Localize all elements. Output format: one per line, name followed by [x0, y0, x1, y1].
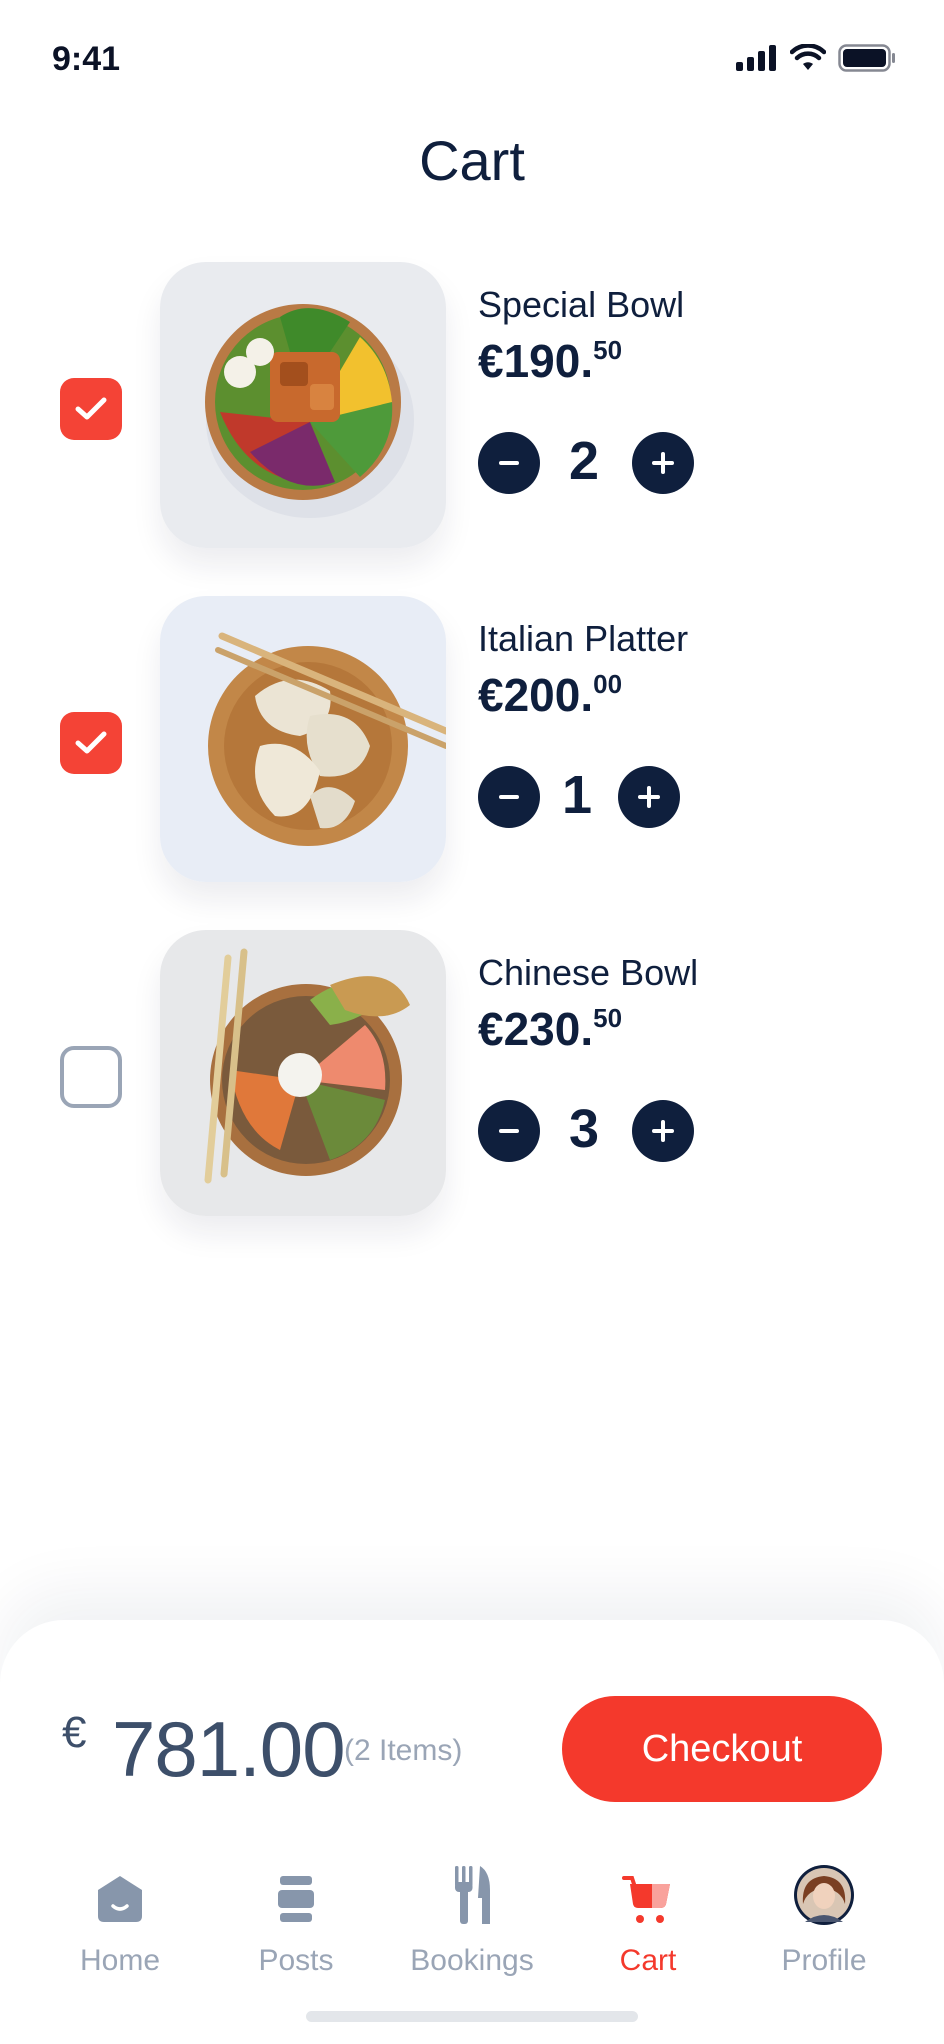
tab-cart[interactable]: Cart: [560, 1860, 736, 1990]
plus-icon: [652, 452, 674, 474]
checkmark-icon: [75, 397, 107, 420]
total-item-count: (2 Items): [344, 1734, 463, 1767]
plus-icon: [652, 1120, 674, 1142]
tab-label: Bookings: [410, 1944, 534, 1977]
item-price: €200.00: [478, 668, 622, 722]
item-checkbox-checked[interactable]: [60, 712, 122, 774]
tab-bookings[interactable]: Bookings: [384, 1860, 560, 1990]
signal-icon: [736, 45, 778, 71]
minus-icon: [499, 1129, 519, 1133]
cart-item: Chinese Bowl €230.50 3: [0, 930, 944, 1220]
increase-quantity-button[interactable]: [618, 766, 680, 828]
quantity-value: 3: [568, 1099, 600, 1159]
battery-icon: [838, 44, 896, 72]
tab-profile[interactable]: Profile: [736, 1860, 912, 1990]
price-cents: 50: [593, 1003, 623, 1033]
total-currency: €: [62, 1708, 87, 1757]
cart-item: Italian Platter €200.00 1: [0, 596, 944, 886]
cart-screen: 9:41 Cart Special Bowl €190.50 2 Italian…: [0, 0, 944, 2044]
minus-icon: [499, 795, 519, 799]
status-bar: 9:41: [0, 0, 944, 120]
item-price: €190.50: [478, 334, 622, 388]
increase-quantity-button[interactable]: [632, 1100, 694, 1162]
avatar: [794, 1865, 854, 1925]
item-checkbox-checked[interactable]: [60, 378, 122, 440]
price-main: €230.: [478, 1003, 594, 1055]
wifi-icon: [790, 44, 826, 72]
tab-label: Profile: [781, 1944, 867, 1977]
quantity-value: 2: [568, 431, 600, 491]
plus-icon: [638, 786, 660, 808]
total-amount: 781.00: [112, 1705, 346, 1793]
item-name: Special Bowl: [478, 284, 685, 325]
minus-icon: [499, 461, 519, 465]
tab-posts[interactable]: Posts: [208, 1860, 384, 1990]
posts-icon: [278, 1876, 314, 1922]
increase-quantity-button[interactable]: [632, 432, 694, 494]
checkmark-icon: [75, 731, 107, 754]
home-icon: [98, 1876, 142, 1922]
decrease-quantity-button[interactable]: [478, 766, 540, 828]
tab-label: Cart: [619, 1944, 677, 1977]
cart-item: Special Bowl €190.50 2: [0, 262, 944, 552]
tab-home[interactable]: Home: [32, 1860, 208, 1990]
price-cents: 00: [593, 669, 623, 699]
cutlery-icon: [455, 1866, 490, 1924]
item-name: Italian Platter: [478, 618, 689, 659]
tab-label: Home: [79, 1944, 161, 1977]
price-main: €200.: [478, 669, 594, 721]
decrease-quantity-button[interactable]: [478, 432, 540, 494]
noodle-bowl-image: [160, 930, 446, 1216]
status-time: 9:41: [52, 40, 121, 78]
status-icons: [736, 44, 896, 72]
checkout-panel: € 781.00 (2 Items) Checkout Home Posts B…: [0, 1620, 944, 2044]
item-price: €230.50: [478, 1002, 622, 1056]
home-indicator: [306, 2011, 638, 2022]
checkout-button[interactable]: Checkout: [562, 1696, 882, 1802]
decrease-quantity-button[interactable]: [478, 1100, 540, 1162]
page-title: Cart: [419, 129, 525, 192]
cart-icon: [622, 1876, 670, 1923]
tab-label: Posts: [258, 1944, 334, 1977]
item-name: Chinese Bowl: [478, 952, 699, 993]
price-main: €190.: [478, 335, 594, 387]
price-cents: 50: [593, 335, 623, 365]
tab-bar: Home Posts Bookings Cart Profile: [0, 1860, 944, 1990]
item-checkbox-unchecked[interactable]: [60, 1046, 122, 1108]
quantity-value: 1: [561, 765, 593, 825]
salad-bowl-image: [160, 262, 446, 548]
dumplings-image: [160, 596, 446, 882]
